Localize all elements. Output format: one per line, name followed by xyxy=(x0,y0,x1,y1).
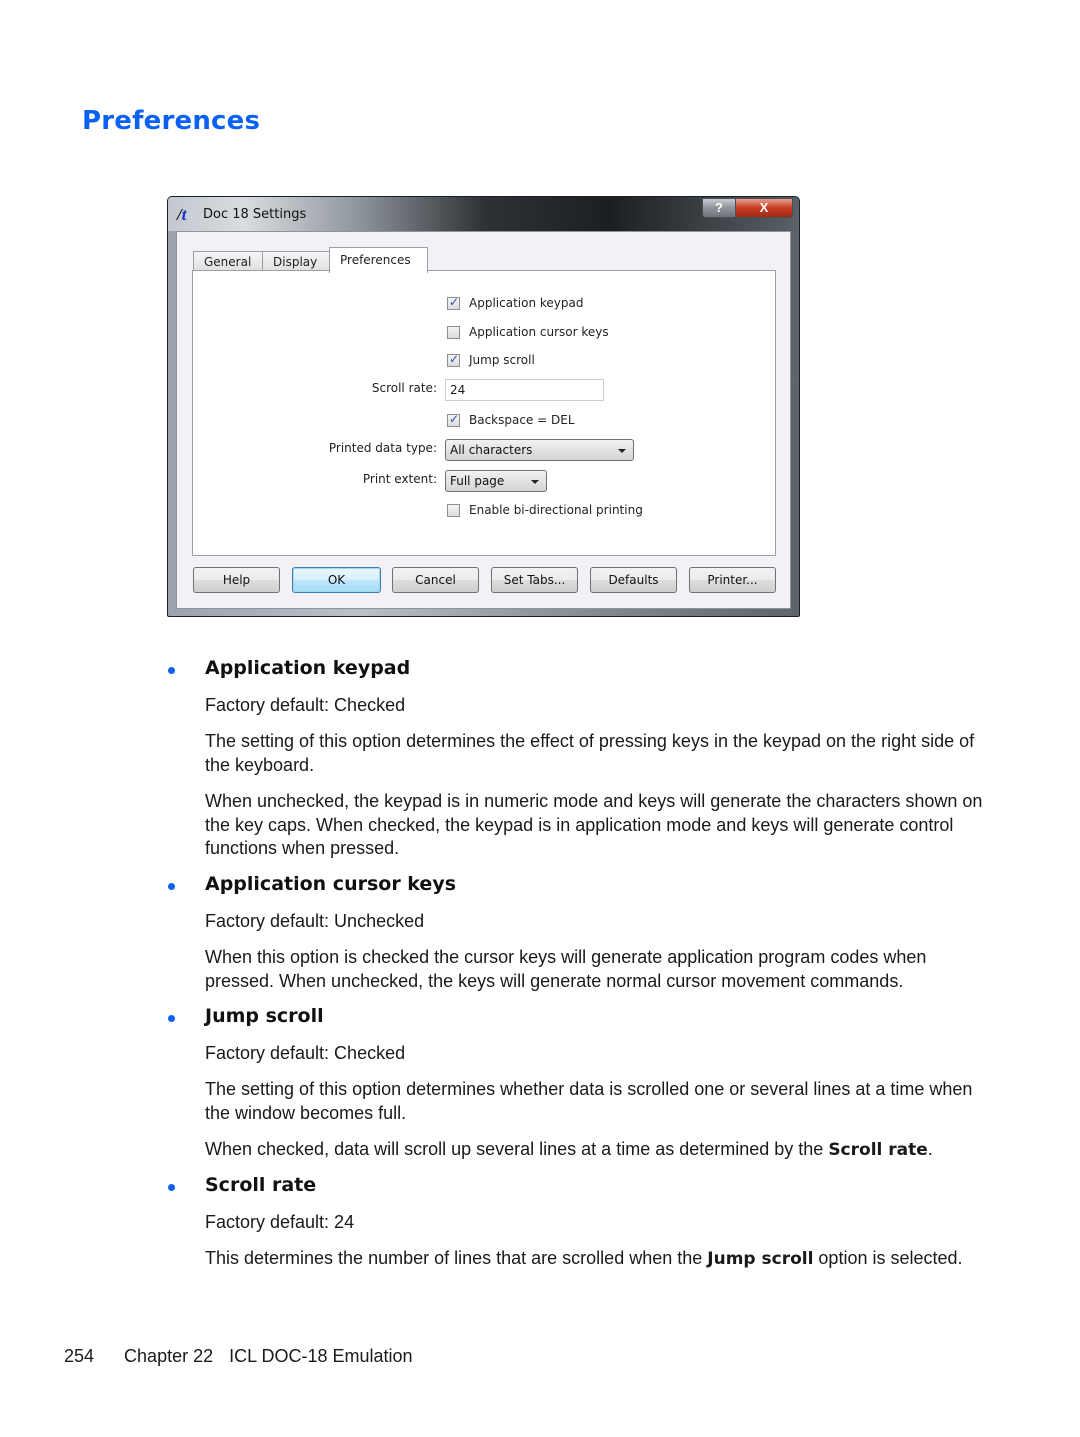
printed-data-type-label: Printed data type: xyxy=(328,441,437,455)
help-button[interactable]: Help xyxy=(193,567,280,593)
app-logo-icon: /t xyxy=(177,205,187,224)
item-paragraph: This determines the number of lines that… xyxy=(205,1248,963,1269)
scroll-rate-input[interactable]: 24 xyxy=(445,379,604,401)
chevron-down-icon xyxy=(531,480,539,484)
ok-button[interactable]: OK xyxy=(292,567,381,593)
item-default-application-cursor-keys: Factory default: Unchecked xyxy=(205,911,425,931)
application-cursor-keys-label: Application cursor keys xyxy=(469,325,609,339)
jump-scroll-checkbox[interactable] xyxy=(447,352,460,367)
chevron-down-icon xyxy=(618,449,626,453)
bullet-icon xyxy=(168,1015,175,1022)
item-default-jump-scroll: Factory default: Checked xyxy=(205,1043,406,1063)
print-extent-select[interactable]: Full page xyxy=(445,470,547,492)
section-title: Preferences xyxy=(82,106,261,136)
page-footer: 254 Chapter 22 ICL DOC-18 Emulation xyxy=(64,1346,413,1367)
application-keypad-label: Application keypad xyxy=(469,296,584,310)
bullet-icon xyxy=(168,1184,175,1191)
item-paragraph: When unchecked, the keypad is in numeric… xyxy=(205,791,983,858)
print-extent-value: Full page xyxy=(450,474,505,488)
jump-scroll-label: Jump scroll xyxy=(469,353,535,367)
tab-display[interactable]: Display xyxy=(262,251,330,272)
item-heading-scroll-rate: Scroll rate xyxy=(205,1174,317,1196)
tab-preferences[interactable]: Preferences xyxy=(329,247,428,273)
set-tabs-button[interactable]: Set Tabs... xyxy=(491,567,578,593)
chapter-title: ICL DOC-18 Emulation xyxy=(229,1346,413,1366)
window-title: Doc 18 Settings xyxy=(203,207,307,222)
scroll-rate-emphasis: Scroll rate xyxy=(828,1140,928,1160)
page-number: 254 xyxy=(64,1346,95,1366)
jump-scroll-emphasis: Jump scroll xyxy=(707,1249,814,1269)
item-paragraph: The setting of this option determines th… xyxy=(205,731,975,775)
backspace-del-label: Backspace = DEL xyxy=(469,413,575,427)
scroll-rate-label: Scroll rate: xyxy=(371,381,437,395)
print-extent-label: Print extent: xyxy=(362,472,437,486)
cancel-button[interactable]: Cancel xyxy=(392,567,479,593)
preferences-panel: Application keypad Application cursor ke… xyxy=(192,270,776,556)
backspace-del-checkbox[interactable] xyxy=(447,412,460,427)
help-question-button[interactable]: ? xyxy=(702,198,736,218)
printed-data-type-select[interactable]: All characters xyxy=(445,439,634,461)
tab-general[interactable]: General xyxy=(193,251,263,272)
item-default-application-keypad: Factory default: Checked xyxy=(205,695,406,715)
item-paragraph: The setting of this option determines wh… xyxy=(205,1079,973,1123)
chapter-label: Chapter 22 xyxy=(124,1346,214,1366)
application-cursor-keys-checkbox[interactable] xyxy=(447,326,460,339)
defaults-button[interactable]: Defaults xyxy=(590,567,677,593)
item-heading-application-keypad: Application keypad xyxy=(205,657,411,679)
item-paragraph: When this option is checked the cursor k… xyxy=(205,947,927,991)
printed-data-type-value: All characters xyxy=(450,443,533,457)
application-keypad-checkbox[interactable] xyxy=(447,295,460,310)
item-default-scroll-rate: Factory default: 24 xyxy=(205,1212,355,1232)
bullet-icon xyxy=(168,667,175,674)
item-heading-jump-scroll: Jump scroll xyxy=(205,1005,324,1027)
printer-button[interactable]: Printer... xyxy=(689,567,776,593)
settings-dialog: /t Doc 18 Settings ? X General Display P… xyxy=(167,196,800,617)
close-button[interactable]: X xyxy=(735,198,793,218)
dialog-client-area: General Display Preferences Application … xyxy=(176,231,791,609)
bullet-icon xyxy=(168,883,175,890)
bidirectional-printing-checkbox[interactable] xyxy=(447,504,460,517)
bidirectional-printing-label: Enable bi-directional printing xyxy=(469,503,643,517)
title-bar: /t Doc 18 Settings ? X xyxy=(168,197,799,231)
item-heading-application-cursor-keys: Application cursor keys xyxy=(205,873,457,895)
item-paragraph: When checked, data will scroll up severa… xyxy=(205,1139,933,1160)
